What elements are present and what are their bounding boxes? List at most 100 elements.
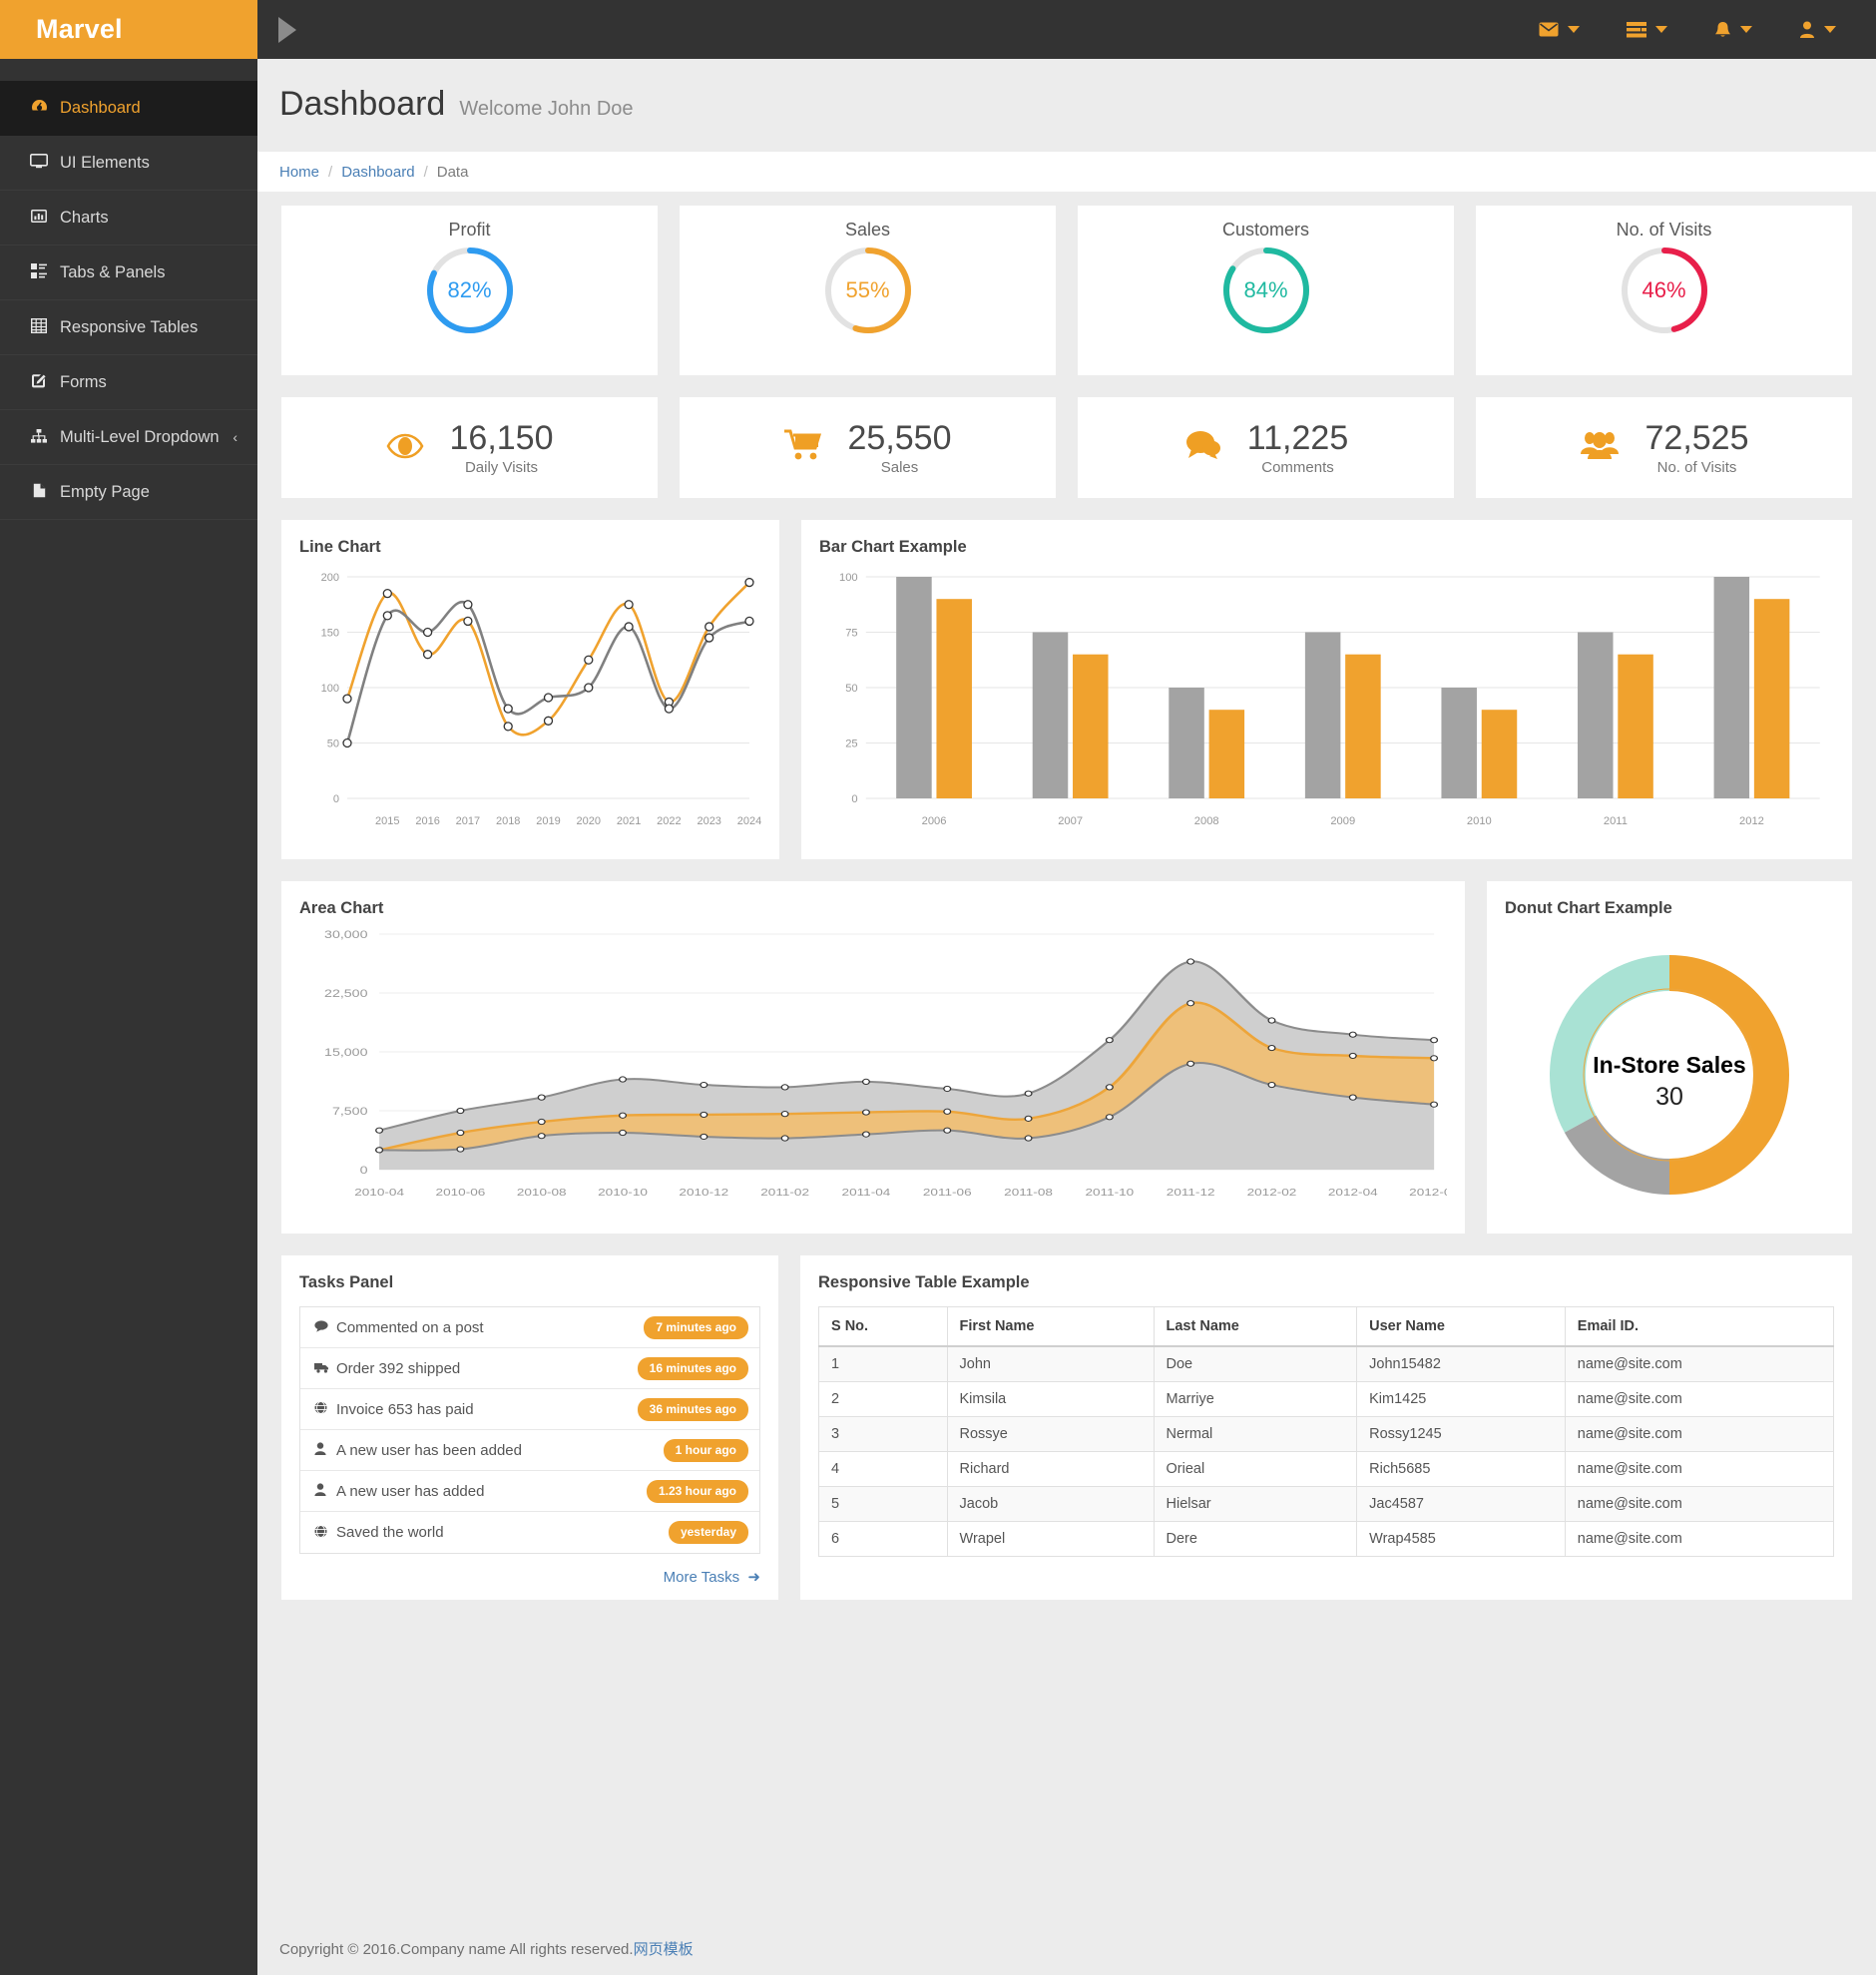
task-row[interactable]: A new user has been added 1 hour ago	[300, 1430, 759, 1471]
svg-text:2011-02: 2011-02	[760, 1186, 809, 1198]
task-row[interactable]: Order 392 shipped 16 minutes ago	[300, 1348, 759, 1389]
svg-text:0: 0	[851, 793, 857, 805]
gauge-ring: 82%	[424, 245, 516, 336]
responsive-table-title: Responsive Table Example	[818, 1273, 1030, 1291]
app-root: Marvel Dashboard UI Elements Charts Tabs & …	[0, 0, 1876, 1975]
user-icon	[1800, 21, 1814, 38]
user-dropdown[interactable]	[1799, 21, 1836, 38]
svg-text:2019: 2019	[536, 815, 560, 827]
truck-icon	[314, 1361, 336, 1376]
svg-text:2012: 2012	[1739, 815, 1764, 827]
table-row: 3 Rossye Nermal Rossy1245 name@site.com	[818, 1416, 1835, 1452]
stat-number: 72,525	[1644, 418, 1749, 457]
sidebar-item-multi-level-dropdown[interactable]: Multi-Level Dropdown ‹	[0, 410, 257, 465]
svg-text:100: 100	[839, 572, 858, 584]
table-cell: Jacob	[946, 1486, 1155, 1522]
table-cell: name@site.com	[1564, 1451, 1835, 1487]
task-row[interactable]: A new user has added 1.23 hour ago	[300, 1471, 759, 1512]
task-row[interactable]: Commented on a post 7 minutes ago	[300, 1307, 759, 1348]
svg-text:2011-06: 2011-06	[923, 1186, 972, 1198]
messages-dropdown[interactable]	[1539, 22, 1580, 37]
sidebar-item-charts[interactable]: Charts	[0, 191, 257, 246]
breadcrumb-home[interactable]: Home	[279, 164, 319, 181]
more-tasks-link[interactable]: More Tasks ➜	[299, 1568, 760, 1586]
stat-text: 25,550 Sales	[848, 419, 952, 476]
area-chart-title: Area Chart	[299, 899, 384, 917]
gauge-title: No. of Visits	[1616, 220, 1712, 240]
tasks-icon	[1627, 21, 1646, 37]
task-row[interactable]: Invoice 653 has paid 36 minutes ago	[300, 1389, 759, 1430]
task-row[interactable]: Saved the world yesterday	[300, 1512, 759, 1553]
svg-text:2010-06: 2010-06	[436, 1186, 486, 1198]
line-chart-panel: Line Chart 0 50 100 150 200 2015 2016 2017 2018 2…	[281, 520, 779, 859]
task-label: Saved the world	[336, 1524, 444, 1541]
user-icon	[314, 1442, 336, 1458]
page-header: Dashboard Welcome John Doe	[257, 59, 1876, 152]
breadcrumb-dashboard[interactable]: Dashboard	[341, 164, 414, 181]
area-chart[interactable]: 0 7,500 15,000 22,500 30,000 2010-04 2010-06 20…	[299, 924, 1459, 1219]
line-chart[interactable]: 0 50 100 150 200 2015 2016 2017 2018 2019 2020 2021…	[299, 563, 762, 845]
sidebar-item-forms[interactable]: Forms	[0, 355, 257, 410]
sidebar-item-empty-page[interactable]: Empty Page	[0, 465, 257, 520]
table-cell: name@site.com	[1564, 1416, 1835, 1452]
breadcrumb-separator: /	[328, 163, 333, 181]
stat-text: 72,525 No. of Visits	[1645, 419, 1749, 476]
gauge-title: Customers	[1221, 220, 1310, 240]
arrow-circle-right-icon: ➜	[743, 1569, 760, 1586]
stat-label: Sales	[880, 459, 919, 477]
sidebar-item-tabs-panels[interactable]: Tabs & Panels	[0, 246, 257, 300]
notifications-dropdown[interactable]	[1714, 21, 1752, 39]
envelope-icon	[1539, 22, 1559, 37]
bar-chart[interactable]: 0 25 50 75 100 2006 2007 2008 2009 2010 2011 2012	[819, 563, 1834, 845]
gauge-ring: 55%	[822, 245, 914, 336]
svg-text:0: 0	[333, 793, 339, 805]
table-cell: Nermal	[1153, 1416, 1358, 1452]
stat-card-no-of-visits: 72,525 No. of Visits	[1476, 397, 1852, 498]
table-cell: Hielsar	[1153, 1486, 1358, 1522]
svg-text:2009: 2009	[1330, 815, 1355, 827]
comments-icon	[1183, 429, 1221, 467]
table-cell: Rich5685	[1356, 1451, 1566, 1487]
svg-text:200: 200	[321, 572, 339, 584]
gauge-wrap: 46%	[1476, 245, 1852, 336]
svg-text:2011-08: 2011-08	[1004, 1186, 1053, 1198]
task-label: A new user has been added	[336, 1441, 522, 1459]
more-tasks-label: More Tasks	[663, 1569, 740, 1586]
table-column-header: User Name	[1356, 1306, 1566, 1347]
table-row: 6 Wrapel Dere Wrap4585 name@site.com	[818, 1521, 1835, 1557]
chevron-down-icon	[1824, 26, 1836, 33]
table-column-header: S No.	[818, 1306, 948, 1347]
tasks-dropdown[interactable]	[1627, 21, 1667, 38]
monitor-icon	[18, 154, 60, 172]
gauge-title: Sales	[844, 220, 891, 240]
stat-number: 25,550	[847, 418, 952, 457]
gauge-ring: 46%	[1619, 245, 1710, 336]
table-cell: Rossy1245	[1356, 1416, 1566, 1452]
bar-chart-panel: Bar Chart Example 0 25 50 75 100 2006 2007 2008…	[801, 520, 1852, 859]
stat-text: 16,150 Daily Visits	[450, 419, 554, 476]
sidebar-item-responsive-tables[interactable]: Responsive Tables	[0, 300, 257, 355]
chevron-left-icon: ‹	[233, 429, 237, 445]
svg-text:2020: 2020	[577, 815, 601, 827]
task-list: Commented on a post 7 minutes ago Order 39…	[299, 1306, 760, 1554]
brand-logo[interactable]: Marvel	[0, 0, 257, 59]
svg-text:2012-06: 2012-06	[1409, 1186, 1447, 1198]
sidebar-toggle-button[interactable]	[257, 16, 317, 43]
svg-text:75: 75	[845, 628, 857, 640]
dashboard-content: Profit 82% Sales 55% Customers 84% No. of Visi…	[257, 192, 1876, 1924]
table-cell: Marriye	[1153, 1381, 1358, 1417]
table-cell: 5	[818, 1486, 948, 1522]
svg-text:2016: 2016	[415, 815, 439, 827]
sidebar-item-ui-elements[interactable]: UI Elements	[0, 136, 257, 191]
footer-link[interactable]: 网页模板	[634, 1941, 694, 1958]
stat-label: No. of Visits	[1656, 459, 1737, 477]
svg-text:2006: 2006	[922, 815, 947, 827]
table-column-header: First Name	[946, 1306, 1155, 1347]
area-chart-panel: Area Chart 0 7,500 15,000 22,500 30,000 2010-…	[281, 881, 1465, 1234]
eye-icon	[386, 431, 424, 465]
gauge-wrap: 55%	[680, 245, 1056, 336]
donut-chart[interactable]: In-Store Sales 30	[1505, 924, 1834, 1220]
line-chart-title: Line Chart	[299, 538, 381, 556]
sidebar-item-dashboard[interactable]: Dashboard	[0, 81, 257, 136]
svg-text:2011-04: 2011-04	[842, 1186, 891, 1198]
